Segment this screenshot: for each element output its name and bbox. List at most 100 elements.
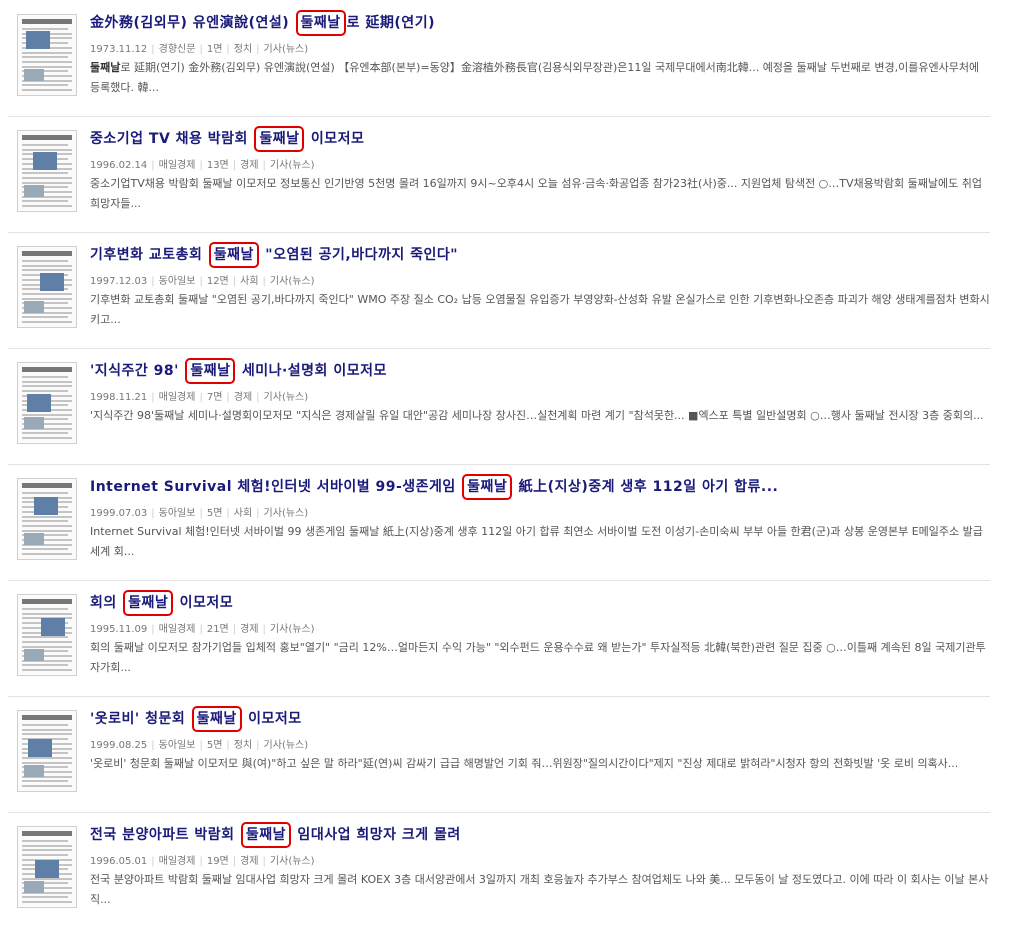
- title-text: 이모저모: [174, 595, 234, 611]
- section-name: 경제: [240, 856, 259, 867]
- publish-date: 1973.11.12: [90, 44, 148, 55]
- result-divider: [8, 348, 990, 349]
- meta-divider: |: [262, 160, 266, 171]
- keyword-highlight: 둘째날: [254, 126, 305, 152]
- newspaper-thumbnail[interactable]: [17, 594, 77, 676]
- result-item: 金外務(김외무) 유엔演說(연설) 둘째날 로 延期(연기) 1973.11.12 |…: [0, 0, 990, 116]
- newspaper-name: 매일경제: [158, 392, 196, 403]
- keyword-highlight: 둘째날: [208, 242, 259, 268]
- snippet-text: 중소기업TV채용 박람회 둘째날 이모저모 정보통신 인기반영 5천명 몰려 1…: [90, 177, 982, 210]
- title-text: 회의: [90, 595, 123, 611]
- title-text: 紙上(지상)중계 생후 112일 아기 합류...: [513, 479, 779, 495]
- meta-divider: |: [226, 392, 230, 403]
- article-type: 기사(뉴스): [263, 392, 309, 403]
- newspaper-thumbnail[interactable]: [17, 826, 77, 908]
- result-title-link[interactable]: 중소기업 TV 채용 박람회 둘째날 이모저모: [90, 126, 364, 152]
- search-results-list: 金外務(김외무) 유엔演說(연설) 둘째날 로 延期(연기) 1973.11.12 |…: [0, 0, 1015, 921]
- page-number: 7면: [206, 392, 223, 403]
- newspaper-thumbnail[interactable]: [17, 130, 77, 212]
- result-item: '지식주간 98' 둘째날 세미나·설명회 이모저모 1998.11.21 | 매일경…: [0, 348, 990, 464]
- snippet-text: 전국 분양아파트 박람회 둘째날 임대사업 희망자 크게 몰려 KOEX 3층 …: [90, 873, 989, 906]
- page-number: 12면: [206, 276, 229, 287]
- section-name: 정치: [233, 740, 253, 751]
- meta-divider: |: [262, 276, 266, 287]
- keyword-highlight: 둘째날: [123, 590, 174, 616]
- article-type: 기사(뉴스): [263, 740, 309, 751]
- meta-divider: |: [199, 276, 203, 287]
- meta-divider: |: [199, 856, 203, 867]
- result-meta: 1996.02.14 | 매일경제 | 13면 | 경제 | 기사(뉴스): [90, 156, 315, 171]
- section-name: 경제: [233, 392, 253, 403]
- newspaper-thumbnail[interactable]: [17, 246, 77, 328]
- result-meta: 1995.11.09 | 매일경제 | 21면 | 경제 | 기사(뉴스): [90, 620, 315, 635]
- result-title-link[interactable]: 金外務(김외무) 유엔演說(연설) 둘째날 로 延期(연기): [90, 10, 435, 36]
- newspaper-thumbnail[interactable]: [17, 362, 77, 444]
- meta-divider: |: [199, 44, 203, 55]
- newspaper-name: 매일경제: [158, 160, 196, 171]
- meta-divider: |: [232, 160, 237, 171]
- meta-divider: |: [151, 392, 155, 403]
- meta-divider: |: [256, 392, 260, 403]
- meta-divider: |: [226, 508, 230, 519]
- meta-divider: |: [199, 160, 203, 171]
- newspaper-name: 동아일보: [158, 508, 196, 519]
- keyword-highlight: 둘째날: [185, 358, 236, 384]
- result-snippet: Internet Survival 체험!인터넷 서바이벌 99 생존게임 둘째…: [90, 522, 990, 562]
- result-meta: 1973.11.12 | 경향신문 | 1면 | 정치 | 기사(뉴스): [90, 40, 308, 55]
- meta-divider: |: [262, 856, 266, 867]
- result-item: 중소기업 TV 채용 박람회 둘째날 이모저모 1996.02.14 | 매일경제 | 1…: [0, 116, 990, 232]
- section-name: 경제: [240, 624, 259, 635]
- result-title-link[interactable]: 회의 둘째날 이모저모: [90, 590, 234, 616]
- newspaper-name: 동아일보: [158, 276, 196, 287]
- meta-divider: |: [151, 740, 155, 751]
- title-text: '지식주간 98': [90, 363, 185, 379]
- snippet-text: 로 延期(연기) 金外務(김외무) 유엔演說(연설) 【유엔本部(본부)=동양】…: [90, 61, 980, 94]
- newspaper-name: 동아일보: [158, 740, 196, 751]
- section-name: 정치: [233, 44, 253, 55]
- newspaper-thumbnail[interactable]: [17, 14, 77, 96]
- article-type: 기사(뉴스): [269, 624, 315, 635]
- result-meta: 1998.11.21 | 매일경제 | 7면 | 경제 | 기사(뉴스): [90, 388, 308, 403]
- result-item: Internet Survival 체험!인터넷 서바이벌 99-생존게임 둘째…: [0, 464, 990, 580]
- page-number: 13면: [206, 160, 229, 171]
- meta-divider: |: [199, 392, 203, 403]
- meta-divider: |: [151, 624, 155, 635]
- title-text: 金外務(김외무) 유엔演說(연설): [90, 15, 295, 31]
- result-title-link[interactable]: Internet Survival 체험!인터넷 서바이벌 99-생존게임 둘째…: [90, 474, 779, 500]
- meta-divider: |: [199, 624, 203, 635]
- result-divider: [8, 812, 990, 813]
- result-snippet: 기후변화 교토총회 둘째날 "오염된 공기,바다까지 죽인다" WMO 주장 질…: [90, 290, 990, 330]
- meta-divider: |: [199, 740, 203, 751]
- page-number: 1면: [206, 44, 223, 55]
- result-snippet: '지식주간 98'둘째날 세미나·설명회이모저모 "지식은 경제살릴 유일 대안…: [90, 406, 990, 446]
- title-text: 중소기업 TV 채용 박람회: [90, 131, 254, 147]
- result-snippet: 중소기업TV채용 박람회 둘째날 이모저모 정보통신 인기반영 5천명 몰려 1…: [90, 174, 990, 214]
- title-text: 임대사업 희망자 크게 몰려: [292, 827, 461, 843]
- snippet-text: '옷로비' 청문회 둘째날 이모저모 與(여)"하고 싶은 말 하라"延(연)씨…: [90, 757, 959, 770]
- publish-date: 1995.11.09: [90, 624, 148, 635]
- title-text: Internet Survival 체험!인터넷 서바이벌 99-생존게임: [90, 479, 462, 495]
- title-text: 기후변화 교토총회: [90, 247, 208, 263]
- publish-date: 1999.08.25: [90, 740, 148, 751]
- result-title-link[interactable]: '옷로비' 청문회 둘째날 이모저모: [90, 706, 302, 732]
- result-title-link[interactable]: 기후변화 교토총회 둘째날 "오염된 공기,바다까지 죽인다": [90, 242, 458, 268]
- page-number: 5면: [206, 508, 223, 519]
- result-title-link[interactable]: '지식주간 98' 둘째날 세미나·설명회 이모저모: [90, 358, 387, 384]
- section-name: 경제: [240, 160, 259, 171]
- result-divider: [8, 580, 990, 581]
- result-meta: 1997.12.03 | 동아일보 | 12면 | 사회 | 기사(뉴스): [90, 272, 315, 287]
- meta-divider: |: [151, 160, 155, 171]
- title-text: 이모저모: [242, 711, 302, 727]
- result-title-link[interactable]: 전국 분양아파트 박람회 둘째날 임대사업 희망자 크게 몰려: [90, 822, 461, 848]
- publish-date: 1996.02.14: [90, 160, 148, 171]
- page-number: 19면: [206, 856, 229, 867]
- meta-divider: |: [262, 624, 266, 635]
- snippet-text: Internet Survival 체험!인터넷 서바이벌 99 생존게임 둘째…: [90, 525, 983, 558]
- meta-divider: |: [232, 856, 237, 867]
- newspaper-thumbnail[interactable]: [17, 478, 77, 560]
- newspaper-thumbnail[interactable]: [17, 710, 77, 792]
- keyword-highlight: 둘째날: [295, 10, 346, 36]
- meta-divider: |: [199, 508, 203, 519]
- meta-divider: |: [256, 44, 260, 55]
- article-type: 기사(뉴스): [269, 276, 315, 287]
